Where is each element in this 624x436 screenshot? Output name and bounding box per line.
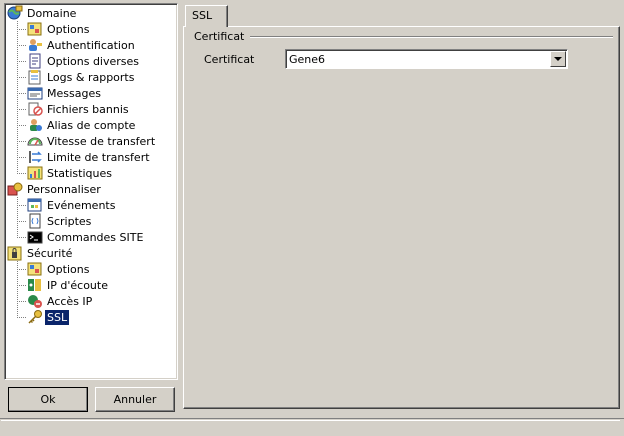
certificat-label: Certificat xyxy=(204,53,255,66)
tree-item-securite-ip-d-ecoute[interactable]: IP d'écoute xyxy=(27,277,110,293)
cancel-button[interactable]: Annuler xyxy=(95,387,175,412)
tree-item-domaine-vitesse-de-transfert[interactable]: Vitesse de transfert xyxy=(27,133,157,149)
tree-node-label: Options xyxy=(47,262,90,276)
certificat-select-value: Gene6 xyxy=(289,53,326,66)
tree-item-domaine-fichiers-bannis[interactable]: Fichiers bannis xyxy=(27,101,131,117)
tree-node-label: IP d'écoute xyxy=(47,278,108,292)
banned-files-icon xyxy=(27,101,43,117)
tree-node-label: Commandes SITE xyxy=(47,230,144,244)
options-icon xyxy=(27,21,43,37)
tree-node-label: Evénements xyxy=(47,198,116,212)
listen-ip-icon xyxy=(27,277,43,293)
tree-group-personnaliser[interactable]: Personnaliser xyxy=(7,181,103,197)
tree-group-securite[interactable]: Sécurité xyxy=(7,245,74,261)
ssl-tab-panel: Certificat Certificat Gene6 xyxy=(183,26,620,409)
tree-node-label: Statistiques xyxy=(47,166,112,180)
certificat-select[interactable]: Gene6 xyxy=(285,49,568,69)
tree-item-domaine-statistiques[interactable]: Statistiques xyxy=(27,165,114,181)
tree-item-domaine-options-diverses[interactable]: Options diverses xyxy=(27,53,141,69)
tree-item-securite-options[interactable]: Options xyxy=(27,261,91,277)
console-icon xyxy=(27,229,43,245)
ok-button[interactable]: Ok xyxy=(8,387,88,412)
tree-node-label: Vitesse de transfert xyxy=(47,134,156,148)
tree-group-domaine[interactable]: Domaine xyxy=(7,5,78,21)
message-window-icon xyxy=(27,85,43,101)
tree-item-domaine-logs-rapports[interactable]: Logs & rapports xyxy=(27,69,136,85)
document-options-icon xyxy=(27,53,43,69)
key-icon xyxy=(27,309,43,325)
events-icon xyxy=(27,197,43,213)
users-key-icon xyxy=(27,37,43,53)
tree-node-label: Options diverses xyxy=(47,54,140,68)
statistics-icon xyxy=(27,165,43,181)
tab-ssl[interactable]: SSL xyxy=(185,5,228,27)
tree-node-label: Personnaliser xyxy=(27,182,101,196)
tree-item-domaine-alias-de-compte[interactable]: Alias de compte xyxy=(27,117,137,133)
tab-ssl-label: SSL xyxy=(192,9,213,22)
security-lock-icon xyxy=(7,245,23,261)
tree-item-domaine-options[interactable]: Options xyxy=(27,21,91,37)
tree-item-domaine-messages[interactable]: Messages xyxy=(27,85,103,101)
tree-node-label: Options xyxy=(47,22,90,36)
user-alias-icon xyxy=(27,117,43,133)
tree-item-personnaliser-scriptes[interactable]: Scriptes xyxy=(27,213,93,229)
scripts-icon xyxy=(27,213,43,229)
speedometer-icon xyxy=(27,133,43,149)
tree-node-label: Alias de compte xyxy=(47,118,136,132)
tree-item-domaine-authentification[interactable]: Authentification xyxy=(27,37,137,53)
dropdown-arrow-button[interactable] xyxy=(550,51,566,67)
group-divider xyxy=(244,36,613,38)
tree-node-label: Domaine xyxy=(27,6,77,20)
tree-node-label: Scriptes xyxy=(47,214,92,228)
ip-access-icon xyxy=(27,293,43,309)
tree-node-label: Messages xyxy=(47,86,101,100)
tree-item-personnaliser-commandes-site[interactable]: Commandes SITE xyxy=(27,229,145,245)
tree-node-label: SSL xyxy=(45,309,70,325)
status-bar xyxy=(0,418,624,436)
tree-item-personnaliser-evenements[interactable]: Evénements xyxy=(27,197,117,213)
tree-node-label: Authentification xyxy=(47,38,135,52)
tree-node-label: Logs & rapports xyxy=(47,70,135,84)
tree-node-label: Limite de transfert xyxy=(47,150,150,164)
globe-icon xyxy=(7,5,23,21)
chevron-down-icon xyxy=(554,56,562,61)
options-icon xyxy=(27,261,43,277)
tree-item-securite-acces-ip[interactable]: Accès IP xyxy=(27,293,94,309)
tree-item-domaine-limite-de-transfert[interactable]: Limite de transfert xyxy=(27,149,152,165)
group-title-certificat: Certificat xyxy=(194,30,251,43)
tree-node-label: Accès IP xyxy=(47,294,93,308)
tree-node-label: Fichiers bannis xyxy=(47,102,129,116)
log-icon xyxy=(27,69,43,85)
tree-item-securite-ssl[interactable]: SSL xyxy=(27,309,70,325)
transfer-limit-icon xyxy=(27,149,43,165)
customize-icon xyxy=(7,181,23,197)
settings-tree[interactable]: Domaine Options Authentification Options di… xyxy=(4,3,178,380)
tree-node-label: Sécurité xyxy=(27,246,73,260)
